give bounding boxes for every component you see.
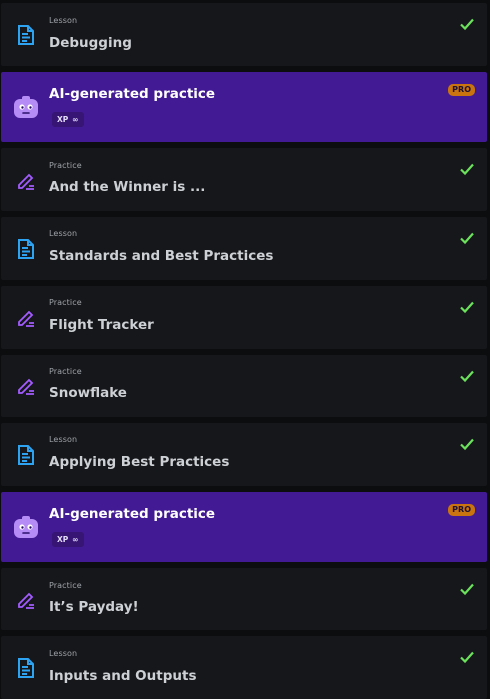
item-kind: Practice bbox=[49, 298, 82, 307]
lesson-icon bbox=[14, 237, 38, 261]
item-title: Standards and Best Practices bbox=[49, 248, 274, 264]
list-item-applying[interactable]: Lesson Applying Best Practices bbox=[1, 423, 487, 486]
check-icon bbox=[460, 651, 474, 664]
list-item-snowflake[interactable]: Practice Snowflake bbox=[1, 355, 487, 417]
item-title: AI-generated practice bbox=[49, 86, 216, 102]
lesson-icon bbox=[14, 23, 38, 47]
check-icon bbox=[460, 232, 474, 245]
check-icon bbox=[460, 583, 474, 596]
item-title: And the Winner is ... bbox=[49, 179, 206, 195]
xp-label: XP bbox=[57, 115, 69, 124]
item-kind: Lesson bbox=[49, 435, 78, 444]
xp-value: ∞ bbox=[72, 535, 79, 544]
list-item-flight-tracker[interactable]: Practice Flight Tracker bbox=[1, 286, 487, 349]
item-kind: Lesson bbox=[49, 229, 78, 238]
item-title: Debugging bbox=[49, 35, 132, 51]
item-title: Applying Best Practices bbox=[49, 454, 230, 470]
practice-icon bbox=[14, 169, 38, 193]
item-title: Snowflake bbox=[49, 385, 127, 401]
xp-chip: XP ∞ bbox=[52, 532, 84, 547]
xp-label: XP bbox=[57, 535, 69, 544]
xp-value: ∞ bbox=[72, 115, 79, 124]
ai-practice-item[interactable]: AI-generated practice PRO XP ∞ bbox=[1, 72, 487, 142]
practice-icon bbox=[14, 306, 38, 330]
list-item-winner[interactable]: Practice And the Winner is ... bbox=[1, 148, 487, 211]
check-icon bbox=[460, 18, 474, 31]
item-kind: Practice bbox=[49, 581, 82, 590]
lesson-icon bbox=[14, 443, 38, 467]
item-title: Flight Tracker bbox=[49, 317, 154, 333]
pro-badge: PRO bbox=[448, 84, 475, 96]
pro-badge: PRO bbox=[448, 504, 475, 516]
xp-chip: XP ∞ bbox=[52, 112, 84, 127]
item-kind: Lesson bbox=[49, 649, 78, 658]
item-kind: Lesson bbox=[49, 16, 78, 25]
practice-icon bbox=[14, 588, 38, 612]
lesson-icon bbox=[14, 656, 38, 680]
item-title: AI-generated practice bbox=[49, 506, 216, 522]
check-icon bbox=[460, 438, 474, 451]
list-item-payday[interactable]: Practice It’s Payday! bbox=[1, 568, 487, 630]
item-kind: Practice bbox=[49, 161, 82, 170]
practice-icon bbox=[14, 374, 38, 398]
item-title: It’s Payday! bbox=[49, 599, 139, 615]
robot-icon bbox=[13, 516, 39, 540]
item-title: Inputs and Outputs bbox=[49, 668, 197, 684]
ai-practice-item[interactable]: AI-generated practice PRO XP ∞ bbox=[1, 492, 487, 562]
check-icon bbox=[460, 370, 474, 383]
check-icon bbox=[460, 163, 474, 176]
check-icon bbox=[460, 301, 474, 314]
list-item-debugging[interactable]: Lesson Debugging bbox=[1, 3, 487, 66]
robot-icon bbox=[13, 96, 39, 120]
list-item-inputs-outputs[interactable]: Lesson Inputs and Outputs bbox=[1, 636, 487, 699]
item-kind: Practice bbox=[49, 367, 82, 376]
list-item-standards[interactable]: Lesson Standards and Best Practices bbox=[1, 217, 487, 280]
